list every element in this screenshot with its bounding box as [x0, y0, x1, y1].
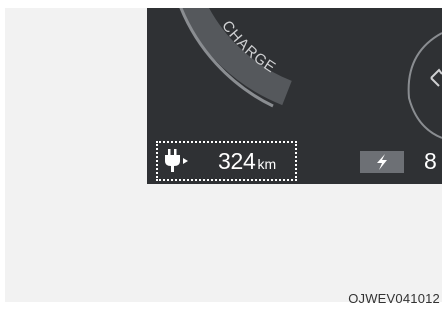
figure-caption: OJWEV041012: [348, 291, 440, 306]
range-readout: 324 km: [218, 145, 276, 177]
range-unit: km: [257, 156, 277, 172]
right-gauge-mark: [430, 68, 442, 87]
range-value: 324: [218, 148, 256, 174]
right-gauge-edge: [407, 32, 442, 139]
charge-value: 8: [424, 148, 437, 174]
charge-indicator: [360, 151, 404, 173]
ev-plug-icon: [165, 149, 188, 172]
lightning-bolt-icon: [377, 154, 387, 170]
